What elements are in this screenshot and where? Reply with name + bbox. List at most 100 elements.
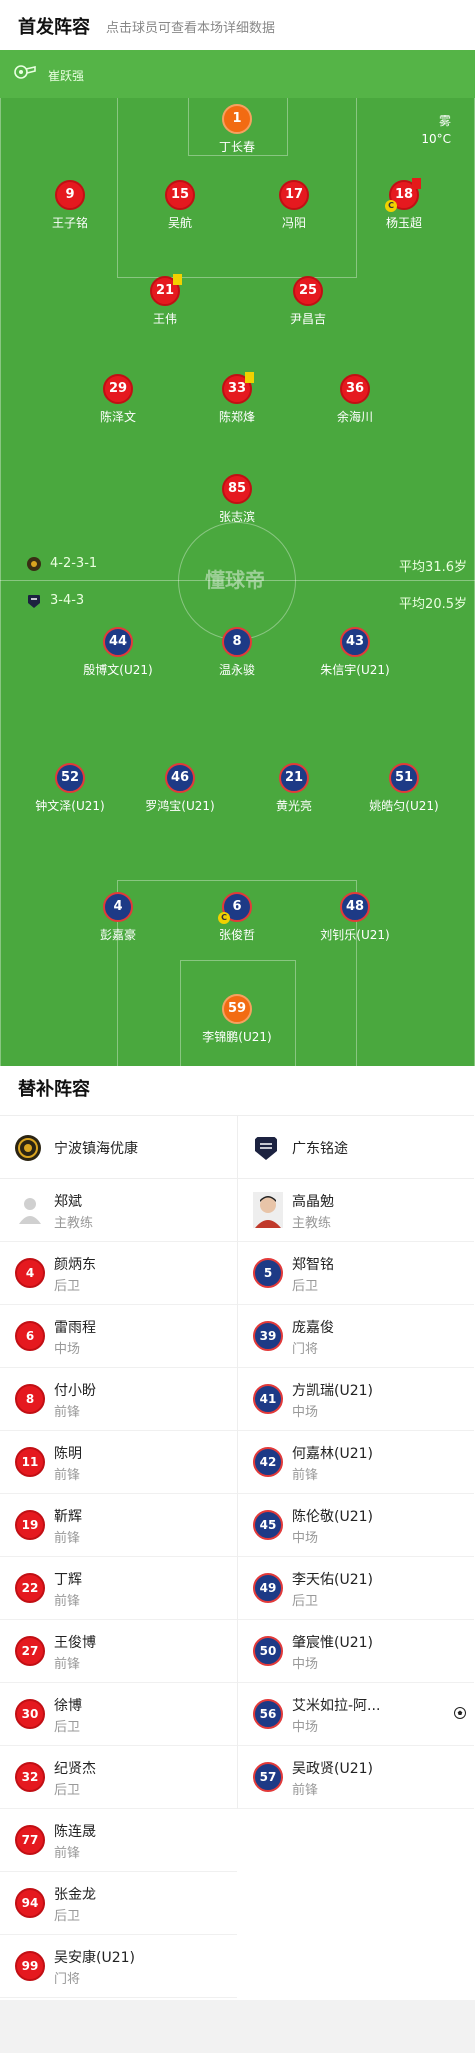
player-position: 后卫 bbox=[54, 1720, 81, 1735]
player-home[interactable]: 33 陈郑烽 bbox=[177, 372, 297, 425]
player-number-badge: 17 bbox=[279, 180, 309, 210]
player-position: 前锋 bbox=[54, 1531, 81, 1546]
player-position: 中场 bbox=[292, 1405, 319, 1420]
player-home-gk[interactable]: 1 丁长春 bbox=[177, 104, 297, 155]
sub-player-row[interactable]: 11 陈明 前锋 bbox=[0, 1431, 237, 1494]
player-position: 中场 bbox=[54, 1342, 81, 1357]
player-number-badge: 52 bbox=[55, 763, 85, 793]
player-home[interactable]: 9 王子铭 bbox=[10, 180, 130, 231]
player-away[interactable]: 6 C 张俊哲 bbox=[177, 892, 297, 943]
sub-player-row[interactable]: 49 李天佑(U21) 后卫 bbox=[238, 1557, 474, 1620]
player-home[interactable]: 25 尹昌吉 bbox=[248, 276, 368, 327]
player-position: 后卫 bbox=[292, 1279, 319, 1294]
player-number-badge: 39 bbox=[253, 1321, 283, 1351]
sub-player-row[interactable]: 41 方凯瑞(U21) 中场 bbox=[238, 1368, 474, 1431]
player-name: 肇宸惟(U21) bbox=[292, 1635, 373, 1651]
player-position: 后卫 bbox=[54, 1783, 81, 1798]
sub-player-row[interactable]: 56 艾米如拉-阿... 中场 bbox=[238, 1683, 474, 1746]
sub-player-row[interactable]: 6 雷雨程中场 bbox=[0, 1305, 237, 1368]
player-home[interactable]: 36 余海川 bbox=[295, 374, 415, 425]
player-away[interactable]: 51 姚皓匀(U21) bbox=[344, 763, 464, 814]
player-number-badge: 50 bbox=[253, 1636, 283, 1666]
sub-player-row[interactable]: 57 吴政贤(U21) 前锋 bbox=[238, 1746, 474, 1809]
player-home[interactable]: 18 C 杨玉超 bbox=[344, 178, 464, 231]
player-home[interactable]: 21 王伟 bbox=[105, 274, 225, 327]
weather: 雾 10°C bbox=[421, 112, 451, 148]
home-team-name: 宁波镇海优康 bbox=[54, 1141, 138, 1157]
player-name: 付小盼 bbox=[54, 1383, 96, 1399]
player-name: 彭嘉豪 bbox=[99, 928, 136, 942]
player-name: 陈泽文 bbox=[99, 410, 136, 424]
sub-player-row[interactable]: 50 肇宸惟(U21) 中场 bbox=[238, 1620, 474, 1683]
sub-player-row[interactable]: 45 陈伦敬(U21) 中场 bbox=[238, 1494, 474, 1557]
coach-role: 主教练 bbox=[54, 1216, 94, 1231]
player-number-badge: 6 C bbox=[218, 892, 252, 924]
player-name: 陈连晟 bbox=[54, 1824, 96, 1840]
player-number-badge: 32 bbox=[15, 1762, 45, 1792]
player-away[interactable]: 4 彭嘉豪 bbox=[58, 892, 178, 943]
sub-player-row[interactable]: 8 付小盼 前锋 bbox=[0, 1368, 237, 1431]
player-number-badge: 42 bbox=[253, 1447, 283, 1477]
player-away[interactable]: 48 刘钊乐(U21) bbox=[295, 892, 415, 943]
coach-photo bbox=[253, 1192, 283, 1228]
player-home[interactable]: 85 张志滨 bbox=[177, 474, 297, 525]
sub-player-row[interactable]: 4 颜炳东 后卫 bbox=[0, 1242, 237, 1305]
lineup-header: 首发阵容 点击球员可查看本场详细数据 bbox=[0, 0, 475, 50]
player-name: 陈明 bbox=[54, 1446, 82, 1462]
player-name: 罗鸿宝(U21) bbox=[145, 799, 215, 813]
player-home[interactable]: 17 冯阳 bbox=[234, 180, 354, 231]
player-name: 王伟 bbox=[152, 312, 177, 326]
yellow-card-icon bbox=[173, 274, 182, 285]
sub-player-row[interactable]: 99 吴安康(U21) 门将 bbox=[0, 1935, 237, 1998]
player-away[interactable]: 44 殷博文(U21) bbox=[58, 627, 178, 678]
player-away[interactable]: 46 罗鸿宝(U21) bbox=[120, 763, 240, 814]
sub-player-row[interactable]: 32 纪贤杰 后卫 bbox=[0, 1746, 237, 1809]
sub-player-row[interactable]: 39 庞嘉俊 门将 bbox=[238, 1305, 474, 1368]
player-home[interactable]: 29 陈泽文 bbox=[58, 374, 178, 425]
sub-player-row[interactable]: 5 郑智铭 后卫 bbox=[238, 1242, 474, 1305]
player-name: 雷雨程 bbox=[54, 1320, 96, 1336]
home-subs-column: 宁波镇海优康 郑斌 主教练 4 颜炳东 后卫 6 雷雨程 中场 8 付小盼 前锋 11 陈明 前锋 19… bbox=[0, 1115, 237, 1998]
player-position: 前锋 bbox=[292, 1468, 319, 1483]
sub-player-row[interactable]: 22 丁辉 前锋 bbox=[0, 1557, 237, 1620]
sub-player-row[interactable]: 19 靳辉 前锋 bbox=[0, 1494, 237, 1557]
player-name: 张金龙 bbox=[54, 1887, 96, 1903]
player-name: 张志滨 bbox=[218, 510, 255, 524]
player-name: 李锦鹏(U21) bbox=[202, 1030, 272, 1044]
weather-temp: 10°C bbox=[421, 132, 451, 146]
sub-player-row[interactable]: 42 何嘉林(U21) 前锋 bbox=[238, 1431, 474, 1494]
home-coach-row[interactable]: 郑斌 主教练 bbox=[0, 1179, 237, 1242]
page-title: 首发阵容 bbox=[18, 17, 90, 38]
sub-player-row[interactable]: 27 王俊博 前锋 bbox=[0, 1620, 237, 1683]
player-position: 门将 bbox=[54, 1972, 81, 1987]
player-number-badge: 6 bbox=[15, 1321, 45, 1351]
player-number-badge: 44 bbox=[103, 627, 133, 657]
away-team-icon bbox=[28, 595, 40, 608]
player-number-badge: 49 bbox=[253, 1573, 283, 1603]
player-away[interactable]: 52 钟文泽(U21) bbox=[10, 763, 130, 814]
sub-player-row[interactable]: 30 徐博 后卫 bbox=[0, 1683, 237, 1746]
player-home[interactable]: 15 吴航 bbox=[120, 180, 240, 231]
player-away[interactable]: 21 黄光亮 bbox=[234, 763, 354, 814]
sub-player-row[interactable]: 77 陈连晟 前锋 bbox=[0, 1809, 237, 1872]
player-position: 前锋 bbox=[54, 1594, 81, 1609]
red-card-icon bbox=[412, 178, 421, 189]
coach-role: 主教练 bbox=[292, 1216, 332, 1231]
away-coach-row[interactable]: 高晶勉 主教练 bbox=[238, 1179, 474, 1242]
player-name: 庞嘉俊 bbox=[292, 1320, 334, 1336]
player-away-gk[interactable]: 59 李锦鹏(U21) bbox=[177, 994, 297, 1045]
player-name: 靳辉 bbox=[54, 1509, 82, 1525]
player-name: 艾米如拉-阿... bbox=[292, 1698, 381, 1714]
player-position: 后卫 bbox=[54, 1909, 81, 1924]
player-number-badge: 51 bbox=[389, 763, 419, 793]
player-name: 张俊哲 bbox=[218, 928, 255, 942]
player-number-badge: 5 bbox=[253, 1258, 283, 1288]
away-team-row[interactable]: 广东铭途 bbox=[238, 1115, 474, 1179]
player-number-badge: 77 bbox=[15, 1825, 45, 1855]
sub-player-row[interactable]: 94 张金龙 后卫 bbox=[0, 1872, 237, 1935]
player-away[interactable]: 43 朱信宇(U21) bbox=[295, 627, 415, 678]
player-number-badge: 8 bbox=[15, 1384, 45, 1414]
player-away[interactable]: 8 温永骏 bbox=[177, 627, 297, 678]
away-team-name: 广东铭途 bbox=[292, 1141, 348, 1157]
home-team-row[interactable]: 宁波镇海优康 bbox=[0, 1115, 237, 1179]
